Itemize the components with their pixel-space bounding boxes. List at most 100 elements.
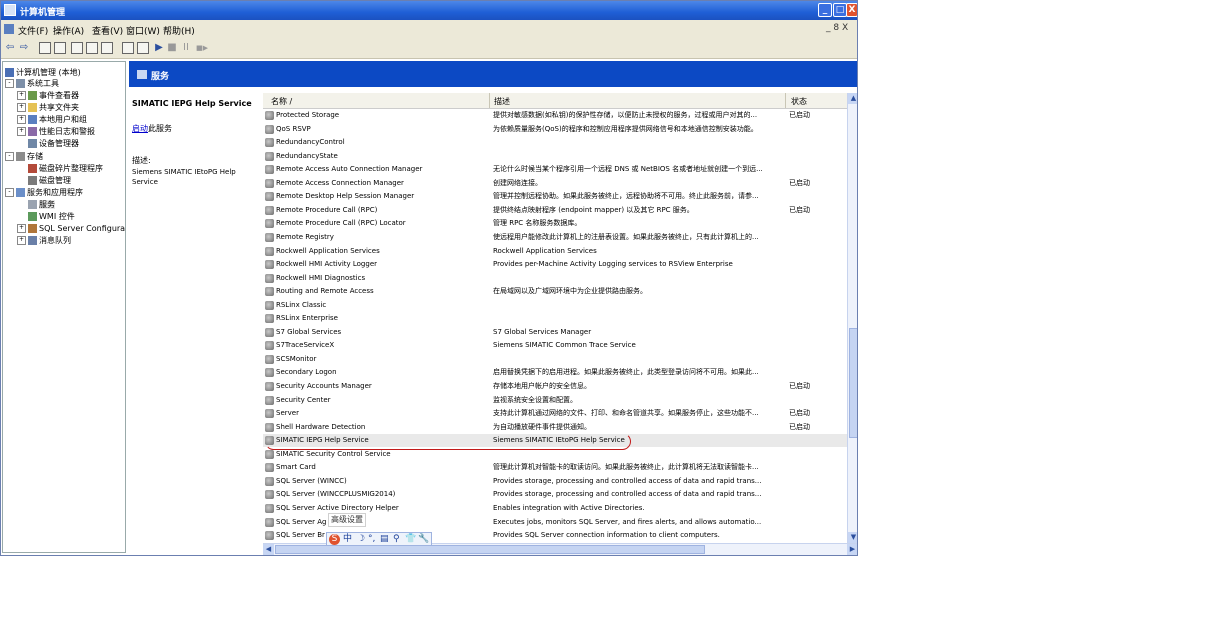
- table-row[interactable]: Remote Access Auto Connection Manager 无论什…: [263, 163, 847, 176]
- menu-view[interactable]: 查看(V): [92, 24, 123, 37]
- skin-icon[interactable]: 👕: [405, 534, 416, 545]
- table-row[interactable]: SCSMonitor: [263, 353, 847, 366]
- chinese-mode-icon[interactable]: 中: [343, 534, 352, 545]
- tree-item-message-queuing[interactable]: + 消息队列: [17, 235, 71, 246]
- stop-service-icon[interactable]: ■: [167, 42, 177, 54]
- column-status[interactable]: 状态: [791, 96, 807, 107]
- keyboard-icon[interactable]: ▤: [380, 534, 389, 545]
- table-row[interactable]: Server 支持此计算机通过网络的文件、打印、和命名管道共享。如果服务停止，这些…: [263, 407, 847, 420]
- expand-icon[interactable]: +: [17, 115, 26, 124]
- expand-icon[interactable]: +: [17, 224, 26, 233]
- back-arrow-icon[interactable]: ⇦: [5, 42, 15, 54]
- refresh-icon[interactable]: [122, 42, 134, 54]
- service-gear-icon: [265, 531, 274, 541]
- table-row[interactable]: Security Accounts Manager 存储本地用户帐户的安全信息。 已…: [263, 380, 847, 393]
- table-row[interactable]: S7 Global Services S7 Global Services Man…: [263, 326, 847, 339]
- close-button[interactable]: X: [846, 3, 857, 17]
- tree-item-shared-folders[interactable]: + 共享文件夹: [17, 102, 79, 113]
- table-row[interactable]: SQL Server (WINCCPLUSMIG2014) Provides st…: [263, 488, 847, 501]
- vertical-scroll-thumb[interactable]: [849, 328, 857, 438]
- table-row[interactable]: Rockwell Application Services Rockwell Ap…: [263, 245, 847, 258]
- menu-file[interactable]: 文件(F): [18, 24, 48, 37]
- table-row[interactable]: RedundancyState: [263, 150, 847, 163]
- tree-item-system-tools[interactable]: - 系统工具: [5, 78, 59, 89]
- horizontal-scroll-thumb[interactable]: [275, 545, 705, 554]
- ime-toolbar[interactable]: S 中 ☽ °, ▤ ⚲ 👕 🔧: [326, 532, 432, 546]
- tree-item-services[interactable]: 服务: [28, 199, 55, 210]
- scroll-left-icon[interactable]: ◀: [263, 544, 274, 555]
- vertical-scrollbar[interactable]: ▲ ▼: [847, 93, 857, 543]
- punctuation-icon[interactable]: °,: [368, 534, 375, 545]
- table-row[interactable]: QoS RSVP 为依赖质量服务(QoS)的程序和控制应用程序提供网络信号和本地通…: [263, 123, 847, 136]
- mmc-icon[interactable]: [4, 24, 14, 34]
- table-row[interactable]: Remote Procedure Call (RPC) 提供终结点映射程序 (en…: [263, 204, 847, 217]
- table-row[interactable]: Security Center 监视系统安全设置和配置。: [263, 394, 847, 407]
- table-row[interactable]: Protected Storage 提供对敏感数据(如私钥)的保护性存储，以便防止…: [263, 109, 847, 122]
- scroll-down-icon[interactable]: ▼: [848, 532, 857, 543]
- tree-item-local-users[interactable]: + 本地用户和组: [17, 114, 87, 125]
- table-row[interactable]: Rockwell HMI Diagnostics: [263, 272, 847, 285]
- table-row[interactable]: RSLinx Enterprise: [263, 312, 847, 325]
- table-row[interactable]: Remote Registry 使远程用户能修改此计算机上的注册表设置。如果此服务…: [263, 231, 847, 244]
- pause-service-icon[interactable]: II: [181, 42, 191, 54]
- table-row[interactable]: SQL Server (WINCC) Provides storage, proc…: [263, 475, 847, 488]
- table-row[interactable]: Remote Desktop Help Session Manager 管理并控制…: [263, 190, 847, 203]
- table-row[interactable]: Shell Hardware Detection 为自动播放硬件事件提供通知。 已启…: [263, 421, 847, 434]
- help-icon[interactable]: [101, 42, 113, 54]
- expand-icon[interactable]: +: [17, 91, 26, 100]
- table-row[interactable]: Rockwell HMI Activity Logger Provides per…: [263, 258, 847, 271]
- tree-item-device-manager[interactable]: 设备管理器: [28, 138, 79, 149]
- sogou-logo-icon[interactable]: S: [329, 534, 340, 545]
- menu-window[interactable]: 窗口(W): [126, 24, 160, 37]
- tree-item-event-viewer[interactable]: + 事件查看器: [17, 90, 79, 101]
- menu-help[interactable]: 帮助(H): [163, 24, 195, 37]
- export-list-icon[interactable]: [86, 42, 98, 54]
- fullwidth-icon[interactable]: ☽: [357, 534, 365, 545]
- tree-item-disk-management[interactable]: 磁盘管理: [28, 175, 71, 186]
- collapse-icon[interactable]: -: [5, 152, 14, 161]
- service-status-cell: 已启动: [789, 409, 810, 418]
- forward-arrow-icon[interactable]: ⇨: [19, 42, 29, 54]
- expand-icon[interactable]: +: [17, 127, 26, 136]
- tree-item-sql-server-configuration[interactable]: + SQL Server Configuratio: [17, 223, 125, 234]
- tree-item-performance-logs[interactable]: + 性能日志和警报: [17, 126, 95, 137]
- expand-icon[interactable]: +: [17, 236, 26, 245]
- menu-action[interactable]: 操作(A): [53, 24, 84, 37]
- table-row[interactable]: RedundancyControl: [263, 136, 847, 149]
- column-divider[interactable]: [489, 93, 490, 108]
- scroll-up-icon[interactable]: ▲: [848, 93, 857, 104]
- start-service-icon[interactable]: ▶: [154, 42, 164, 54]
- minimize-button[interactable]: _: [818, 3, 832, 17]
- tree-item-computer-management[interactable]: 计算机管理 (本地): [5, 67, 81, 78]
- tree-item-storage[interactable]: - 存储: [5, 151, 43, 162]
- table-row[interactable]: Routing and Remote Access 在局域网以及广域网环境中为企业…: [263, 285, 847, 298]
- mdi-controls[interactable]: _ 8 X: [826, 23, 848, 33]
- column-divider[interactable]: [785, 93, 786, 108]
- collapse-icon[interactable]: -: [5, 79, 14, 88]
- settings-wrench-icon[interactable]: 🔧: [418, 534, 429, 545]
- title-bar[interactable]: 计算机管理 _ □ X: [1, 1, 857, 20]
- column-description[interactable]: 描述: [494, 96, 510, 107]
- table-row[interactable]: S7TraceServiceX Siemens SIMATIC Common Tr…: [263, 339, 847, 352]
- start-service-link[interactable]: 启动: [132, 124, 148, 133]
- table-row[interactable]: Remote Access Connection Manager 创建网络连接。 已…: [263, 177, 847, 190]
- expand-icon[interactable]: +: [17, 103, 26, 112]
- column-name[interactable]: 名称 /: [271, 96, 292, 107]
- tree-item-disk-defragmenter[interactable]: 磁盘碎片整理程序: [28, 163, 103, 174]
- show-hide-tree-icon[interactable]: [54, 42, 66, 54]
- collapse-icon[interactable]: -: [5, 188, 14, 197]
- table-row[interactable]: Smart Card 管理此计算机对智能卡的取读访问。如果此服务被终止，此计算机将…: [263, 461, 847, 474]
- voice-icon[interactable]: ⚲: [393, 534, 400, 545]
- up-level-icon[interactable]: [39, 42, 51, 54]
- tree-item-wmi-control[interactable]: WMI 控件: [28, 211, 75, 222]
- scroll-right-icon[interactable]: ▶: [847, 544, 857, 555]
- table-row[interactable]: Secondary Logon 启用替换凭据下的启用进程。如果此服务被终止，此类型…: [263, 366, 847, 379]
- table-row[interactable]: Remote Procedure Call (RPC) Locator 管理 RP…: [263, 217, 847, 230]
- table-row[interactable]: RSLinx Classic: [263, 299, 847, 312]
- shared-folder-icon: [28, 103, 37, 112]
- properties-icon[interactable]: [71, 42, 83, 54]
- tree-item-services-and-applications[interactable]: - 服务和应用程序: [5, 187, 83, 198]
- view-icon[interactable]: [137, 42, 149, 54]
- maximize-button[interactable]: □: [833, 3, 847, 17]
- restart-service-icon[interactable]: ■▶: [195, 42, 209, 54]
